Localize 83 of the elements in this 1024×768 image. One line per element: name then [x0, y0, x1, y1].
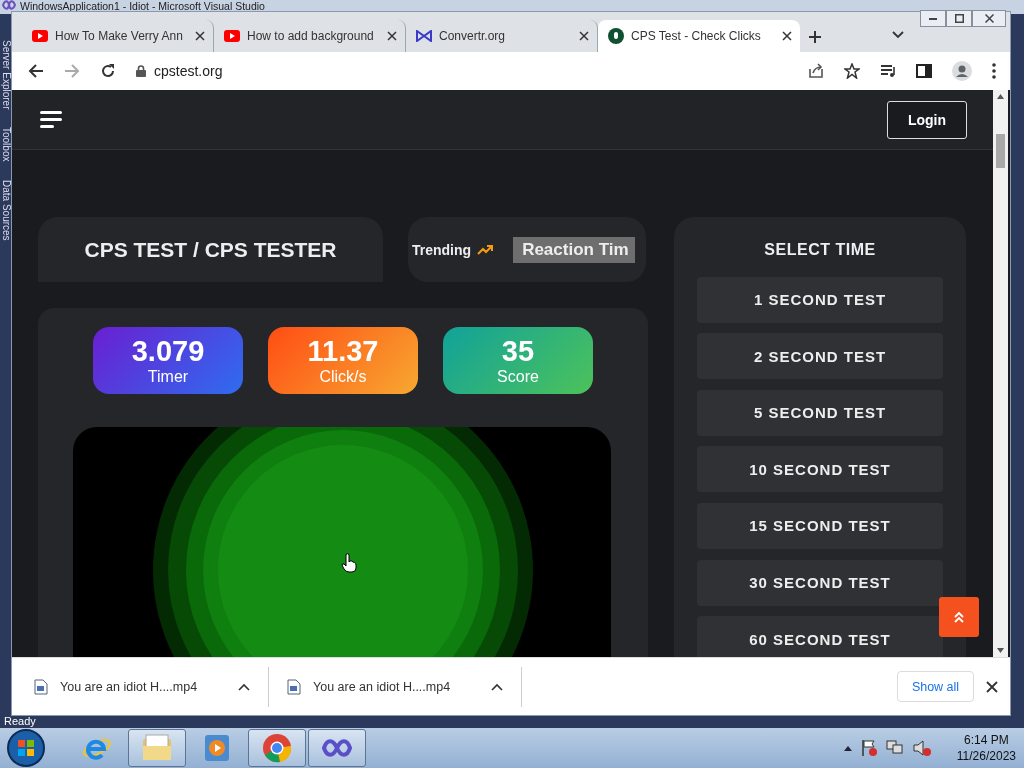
- close-icon[interactable]: [579, 31, 589, 41]
- taskbar-app[interactable]: [248, 729, 306, 767]
- profile-icon[interactable]: [952, 61, 972, 81]
- status-text: Ready: [4, 715, 36, 727]
- stat-value: 11.37: [307, 336, 379, 366]
- side-tab[interactable]: Server Explorer: [0, 40, 12, 110]
- clock-date: 11/26/2023: [956, 748, 1016, 764]
- side-panel-icon[interactable]: [916, 64, 932, 78]
- chevron-up-icon[interactable]: [491, 682, 503, 691]
- tray-up-icon[interactable]: [843, 745, 852, 751]
- time-option-button[interactable]: 2 SECOND TEST: [697, 333, 943, 380]
- chevron-up-icon[interactable]: [238, 682, 250, 691]
- panel-title: SELECT TIME: [763, 241, 877, 259]
- reload-icon[interactable]: [100, 63, 116, 79]
- scrollbar[interactable]: [993, 90, 1008, 657]
- circle-icon: [608, 28, 624, 44]
- maximize-button[interactable]: [946, 10, 972, 27]
- download-item[interactable]: You are an idiot H....mp4: [34, 666, 269, 707]
- close-icon[interactable]: [986, 680, 998, 693]
- stat-label: Timer: [147, 368, 189, 385]
- app-icon: [2, 0, 16, 10]
- scroll-top-button[interactable]: [939, 597, 979, 637]
- show-all-button[interactable]: Show all: [897, 671, 974, 702]
- time-option-button[interactable]: 10 SECOND TEST: [697, 446, 943, 493]
- speaker-icon[interactable]: [912, 739, 931, 757]
- close-button[interactable]: [972, 10, 1006, 27]
- time-option-button[interactable]: 15 SECOND TEST: [697, 502, 943, 549]
- time-option-button[interactable]: 30 SECOND TEST: [697, 559, 943, 606]
- network-icon[interactable]: [885, 739, 904, 757]
- start-button[interactable]: [6, 728, 46, 768]
- infinity-icon: [321, 738, 353, 758]
- side-tab[interactable]: Data Sources: [0, 179, 12, 241]
- clock-time: 6:14 PM: [964, 732, 1009, 748]
- double-chevron-up-icon: [954, 611, 964, 623]
- lock-icon: [136, 65, 146, 77]
- trending-label: Trending: [412, 241, 472, 258]
- play-icon: [204, 734, 230, 762]
- taskbar-app[interactable]: [128, 729, 186, 767]
- file-icon: [287, 678, 301, 695]
- trend-up-icon: [477, 244, 494, 255]
- hand-cursor-icon: [341, 553, 357, 573]
- maximize-icon: [954, 14, 964, 23]
- stat-value: 35: [501, 336, 535, 366]
- minimize-icon: [929, 17, 937, 20]
- close-icon: [984, 14, 994, 23]
- scroll-down-icon[interactable]: [997, 648, 1004, 653]
- taskbar-app[interactable]: [308, 729, 366, 767]
- chevron-down-icon[interactable]: [892, 31, 904, 39]
- download-item[interactable]: You are an idiot H....mp4: [287, 666, 522, 707]
- time-option-button[interactable]: 1 SECOND TEST: [697, 276, 943, 323]
- scroll-thumb[interactable]: [996, 134, 1005, 168]
- menu-icon[interactable]: [40, 110, 62, 129]
- share-icon[interactable]: [808, 63, 824, 79]
- folder-icon: [142, 734, 172, 762]
- time-option-button[interactable]: 5 SECOND TEST: [697, 389, 943, 436]
- star-icon[interactable]: [844, 63, 860, 79]
- play-icon: [224, 30, 240, 42]
- close-icon[interactable]: [387, 31, 397, 41]
- page-title: CPS TEST / CPS TESTER: [38, 217, 383, 282]
- side-tab[interactable]: Toolbox: [0, 127, 12, 162]
- bowtie-icon: [416, 30, 432, 42]
- close-icon[interactable]: [782, 31, 792, 41]
- click-area[interactable]: [73, 427, 611, 657]
- close-icon[interactable]: [195, 31, 205, 41]
- plus-icon[interactable]: [808, 30, 822, 44]
- play-icon: [32, 30, 48, 42]
- stat-label: Click/s: [319, 368, 367, 385]
- address-text[interactable]: cpstest.org: [154, 63, 223, 79]
- stat-value: 3.079: [131, 336, 205, 366]
- file-icon: [34, 678, 48, 695]
- browser-tab[interactable]: CPS Test - Check Clicks: [598, 20, 800, 52]
- more-icon[interactable]: [992, 63, 996, 79]
- window-title: WindowsApplication1 - Idiot - Microsoft Visual Studio: [20, 0, 265, 12]
- login-button[interactable]: Login: [887, 100, 967, 139]
- flag-icon[interactable]: [860, 739, 877, 757]
- trending-link[interactable]: Reaction Tim: [513, 236, 636, 263]
- media-icon[interactable]: [880, 64, 896, 78]
- back-icon[interactable]: [28, 63, 44, 79]
- time-option-button[interactable]: 60 SECOND TEST: [697, 616, 943, 657]
- chrome-icon: [262, 733, 292, 763]
- scroll-up-icon[interactable]: [997, 94, 1004, 99]
- minimize-button[interactable]: [920, 10, 946, 27]
- stat-label: Score: [497, 368, 539, 385]
